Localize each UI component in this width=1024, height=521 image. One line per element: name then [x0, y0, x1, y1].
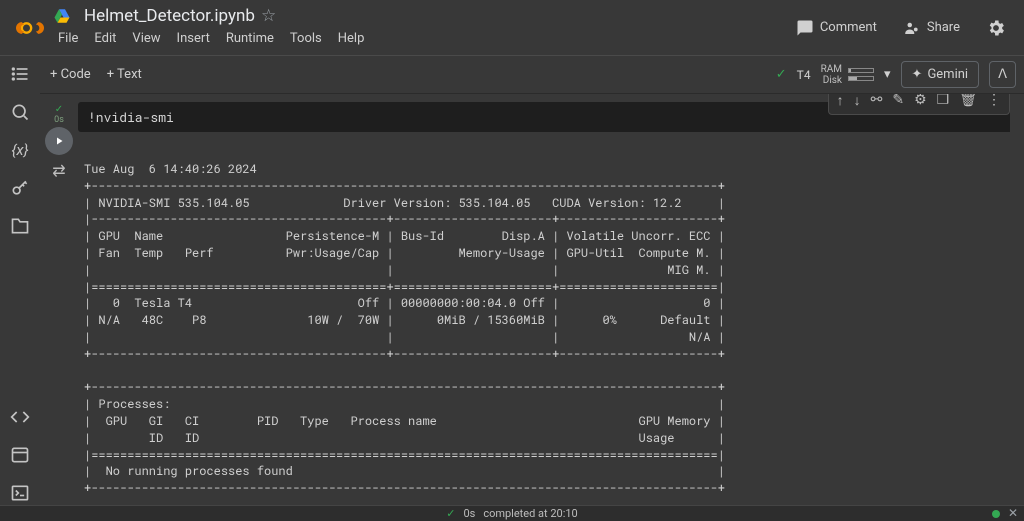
kernel-status-icon — [992, 510, 1000, 518]
ram-bar — [848, 68, 874, 73]
move-up-icon[interactable]: ↑ — [837, 94, 844, 109]
menu-edit[interactable]: Edit — [88, 28, 122, 49]
menu-bar: File Edit View Insert Runtime Tools Help — [52, 28, 370, 49]
link-icon[interactable]: ⚯ — [871, 94, 883, 109]
code-snippets-icon[interactable] — [8, 405, 32, 429]
notebook-main: ↑ ↓ ⚯ ✎ ⚙ ❐ 🗑 ⋮ ✓ 0s !nvidia-smi ⇄ Tue A… — [40, 94, 1024, 505]
header: Helmet_Detector.ipynb ☆ File Edit View I… — [0, 0, 1024, 56]
secrets-icon[interactable] — [8, 176, 32, 200]
variables-icon[interactable]: {x} — [8, 138, 32, 162]
close-status-icon[interactable]: ✕ — [1008, 506, 1018, 520]
menu-view[interactable]: View — [126, 28, 166, 49]
delete-icon[interactable]: 🗑 — [959, 94, 977, 109]
add-text-button[interactable]: + Text — [99, 63, 150, 86]
cell-settings-icon[interactable]: ⚙ — [914, 94, 927, 109]
run-button[interactable] — [45, 127, 73, 155]
collapse-toolbar-button[interactable]: ᐱ — [989, 61, 1016, 88]
drive-icon — [52, 6, 72, 26]
code-cell[interactable]: ↑ ↓ ⚯ ✎ ⚙ ❐ 🗑 ⋮ ✓ 0s !nvidia-smi ⇄ Tue A… — [40, 102, 1024, 505]
menu-runtime[interactable]: Runtime — [220, 28, 280, 49]
menu-file[interactable]: File — [52, 28, 84, 49]
cell-output: Tue Aug 6 14:40:26 2024 +---------------… — [78, 159, 1024, 505]
resources-dropdown[interactable]: ▾ — [884, 67, 891, 82]
mirror-icon[interactable]: ❐ — [937, 94, 950, 109]
status-bar: ✓ 0s completed at 20:10 — [0, 505, 1024, 521]
disk-bar — [848, 76, 874, 81]
share-button[interactable]: Share — [897, 13, 966, 43]
gpu-label: T4 — [797, 68, 811, 82]
terminal-icon[interactable] — [8, 481, 32, 505]
left-rail: {x} — [0, 56, 40, 505]
comment-label: Comment — [820, 20, 877, 35]
cell-toolbar: ↑ ↓ ⚯ ✎ ⚙ ❐ 🗑 ⋮ — [828, 94, 1010, 115]
files-icon[interactable] — [8, 214, 32, 238]
settings-button[interactable] — [980, 12, 1012, 44]
notebook-title[interactable]: Helmet_Detector.ipynb — [84, 6, 255, 26]
toolbar: + Code + Text ✓ T4 RAM Disk ▾ ✦ Gemini ᐱ — [0, 56, 1024, 94]
colab-logo[interactable] — [12, 10, 48, 46]
menu-help[interactable]: Help — [332, 28, 371, 49]
gemini-button[interactable]: ✦ Gemini — [901, 61, 980, 88]
command-palette-icon[interactable] — [8, 443, 32, 467]
connection-status-icon: ✓ — [776, 67, 787, 82]
exec-time: 0s — [54, 115, 64, 125]
status-time: 0s — [463, 507, 475, 520]
output-toggle-icon[interactable]: ⇄ — [52, 161, 65, 505]
add-code-button[interactable]: + Code — [42, 63, 99, 86]
star-icon[interactable]: ☆ — [261, 6, 276, 26]
disk-label: Disk — [823, 75, 842, 86]
resource-indicator[interactable]: RAM Disk — [821, 64, 874, 86]
share-label: Share — [927, 20, 960, 35]
edit-icon[interactable]: ✎ — [892, 94, 904, 109]
toc-icon[interactable] — [8, 62, 32, 86]
menu-insert[interactable]: Insert — [171, 28, 216, 49]
exec-check-icon: ✓ — [55, 104, 63, 115]
comment-button[interactable]: Comment — [790, 13, 883, 43]
status-check-icon: ✓ — [446, 507, 455, 520]
ram-label: RAM — [821, 64, 842, 75]
menu-tools[interactable]: Tools — [284, 28, 328, 49]
more-icon[interactable]: ⋮ — [987, 94, 1001, 109]
status-completed: completed at 20:10 — [483, 507, 577, 520]
move-down-icon[interactable]: ↓ — [854, 94, 861, 109]
search-icon[interactable] — [8, 100, 32, 124]
